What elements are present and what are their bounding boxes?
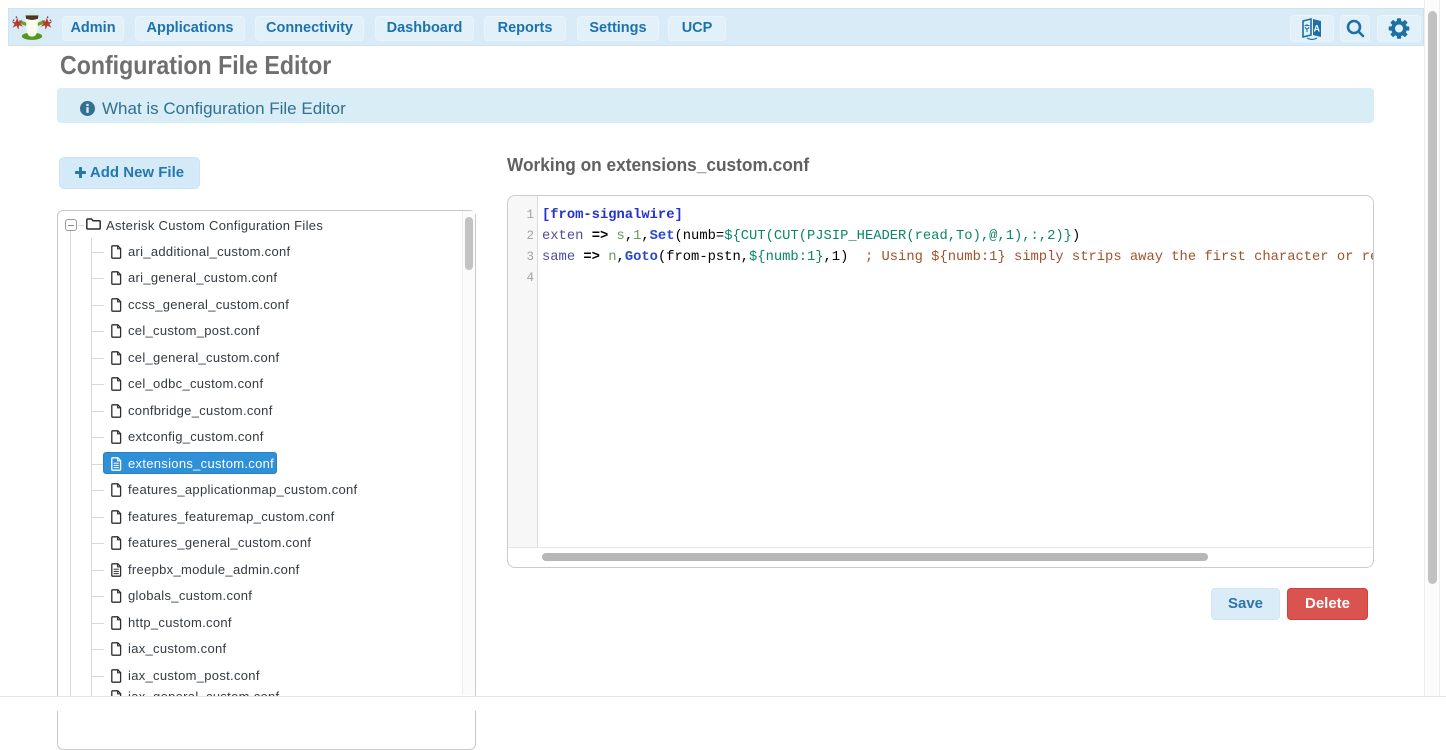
- svg-text:A: A: [1314, 24, 1321, 34]
